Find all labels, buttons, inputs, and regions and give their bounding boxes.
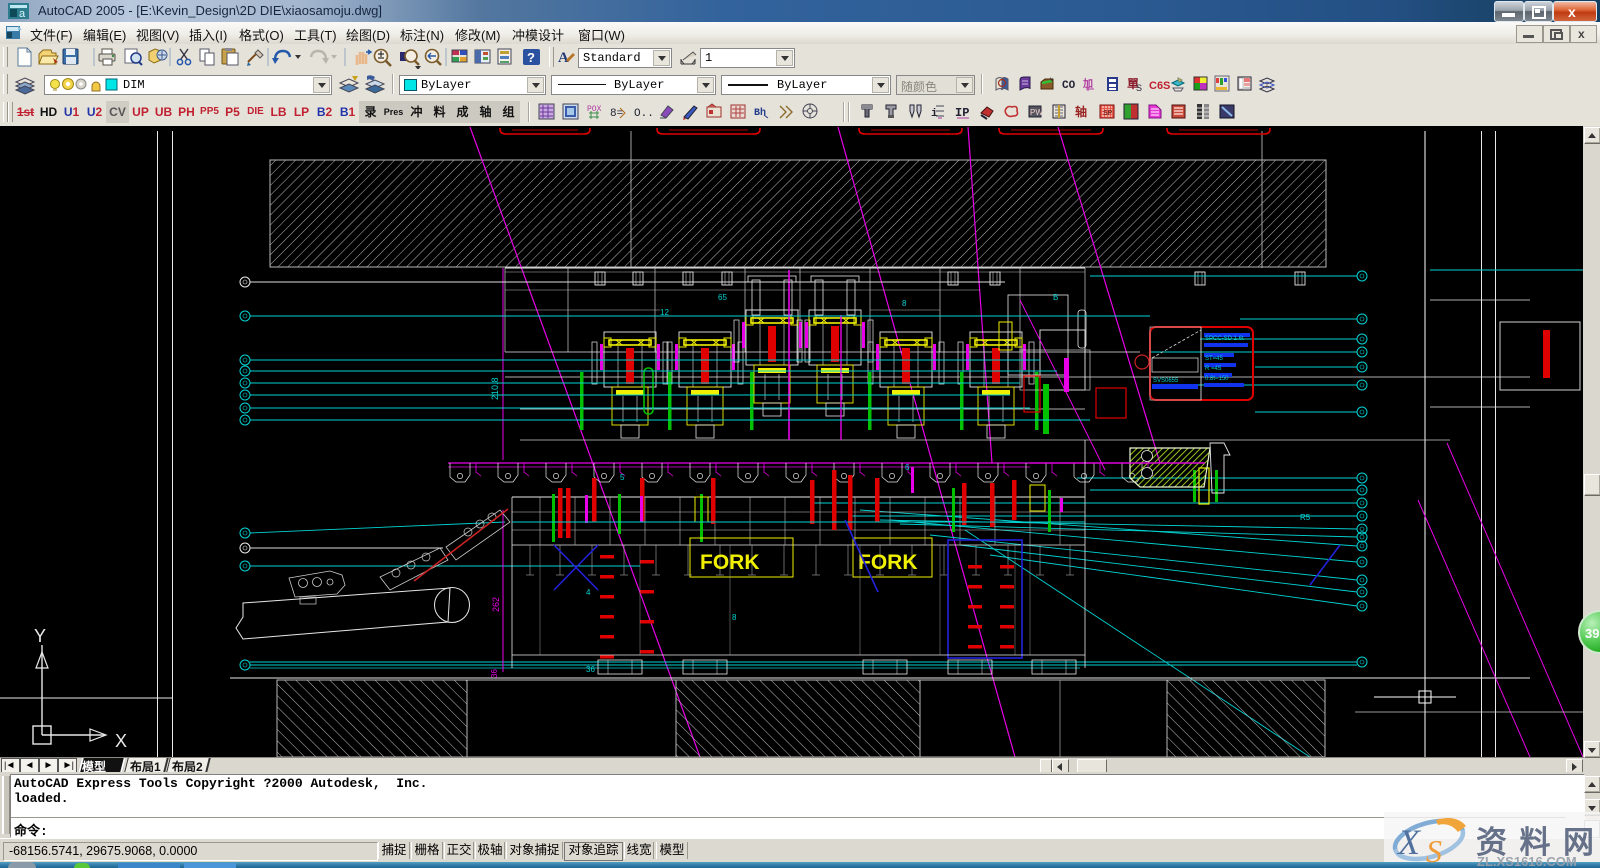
svg-text:36: 36 [586, 665, 595, 674]
svg-text:6: 6 [905, 463, 910, 472]
svg-text:?: ? [527, 50, 535, 65]
svg-text:12: 12 [660, 308, 669, 317]
svg-text:Bh: Bh [754, 107, 766, 119]
svg-text:CO: CO [1062, 80, 1076, 92]
svg-text:FORK: FORK [858, 551, 918, 574]
svg-text:SP: SP [1103, 110, 1113, 117]
svg-text:4: 4 [586, 588, 591, 597]
svg-text:ST=45: ST=45 [1205, 356, 1224, 362]
svg-text:C6S: C6S [1149, 80, 1170, 92]
svg-text:X: X [115, 731, 127, 751]
svg-text:i: i [931, 108, 938, 120]
svg-text:S: S [1426, 833, 1442, 868]
svg-text:B: B [1053, 293, 1058, 302]
svg-text:8: 8 [902, 299, 907, 308]
svg-text:SPCC-SD 1.6t: SPCC-SD 1.6t [1205, 336, 1244, 342]
svg-text:Y: Y [34, 626, 46, 646]
svg-text:A: A [558, 50, 569, 66]
svg-text:PW: PW [1030, 108, 1043, 117]
svg-text:65: 65 [718, 293, 727, 302]
svg-text:210.8: 210.8 [490, 377, 500, 400]
svg-text:SVS0655: SVS0655 [1153, 378, 1179, 384]
svg-text:O..: O.. [634, 108, 654, 120]
svg-text:R =45: R =45 [1205, 366, 1222, 372]
svg-text:a: a [19, 8, 26, 20]
svg-text:轴: 轴 [1075, 104, 1087, 119]
svg-text:36: 36 [490, 669, 499, 678]
svg-text:5: 5 [620, 473, 625, 482]
svg-text:X: X [1396, 822, 1422, 862]
svg-text:R5: R5 [1300, 513, 1311, 522]
svg-text:0.8t=150: 0.8t=150 [1205, 376, 1229, 382]
svg-text:ZL.XS1616.COM: ZL.XS1616.COM [1477, 854, 1577, 868]
svg-text:8: 8 [732, 613, 737, 622]
svg-text:262: 262 [491, 597, 501, 612]
svg-text:S: S [1136, 83, 1142, 93]
